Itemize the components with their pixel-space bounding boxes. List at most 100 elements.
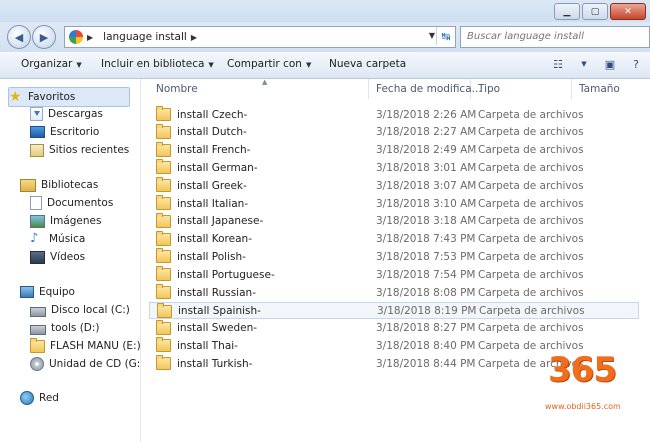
preview-pane-icon[interactable]: ▣ xyxy=(602,56,618,72)
file-row[interactable]: install Czech- 3/18/2018 2:26 AM Carpeta d… xyxy=(149,106,639,123)
sidebar-item-cd-drive-g[interactable]: Unidad de CD (G:) xyxy=(30,355,144,373)
file-row[interactable]: install Greek- 3/18/2018 3:07 AM Carpeta d… xyxy=(149,177,639,194)
file-name: install French- xyxy=(177,144,251,157)
column-header-name[interactable]: Nombre ▲ xyxy=(149,78,369,99)
sidebar-group-label: Bibliotecas xyxy=(41,179,99,191)
file-name: install German- xyxy=(177,161,258,174)
file-date: 3/18/2018 7:43 PM xyxy=(376,233,476,246)
file-name-cell: install Italian- xyxy=(156,195,248,212)
file-name: install Italian- xyxy=(177,197,249,210)
file-type: Carpeta de archivos xyxy=(478,215,584,228)
file-name-cell: install French- xyxy=(156,141,251,159)
sidebar-item-label: Escritorio xyxy=(50,126,100,138)
network-icon xyxy=(20,391,34,405)
sidebar-libraries[interactable]: Bibliotecas xyxy=(20,176,98,194)
close-button[interactable]: ✕ xyxy=(610,3,646,20)
watermark-logo: 365 www.obdii365.com xyxy=(545,350,640,420)
breadcrumb-separator-icon[interactable]: ▶ xyxy=(191,33,197,42)
chevron-down-icon[interactable]: ▼ xyxy=(576,56,592,72)
folder-icon xyxy=(156,123,171,139)
file-row[interactable]: install Dutch- 3/18/2018 2:27 AM Carpeta d… xyxy=(149,123,639,141)
file-name-cell: install Dutch- xyxy=(156,123,247,141)
file-date: 3/18/2018 8:08 PM xyxy=(376,286,476,299)
sidebar-item-desktop[interactable]: Escritorio xyxy=(30,123,99,141)
sidebar-item-music[interactable]: ♪ Música xyxy=(30,230,85,248)
column-header-date[interactable]: Fecha de modifica... xyxy=(369,79,482,99)
include-library-label: Incluir en biblioteca xyxy=(101,58,205,70)
sidebar-item-tools-d[interactable]: tools (D:) xyxy=(30,319,100,337)
breadcrumb-item[interactable]: language install xyxy=(103,31,187,43)
file-name-cell: install Czech- xyxy=(156,106,247,123)
file-row[interactable]: install Korean- 3/18/2018 7:43 PM Carpeta … xyxy=(149,230,639,248)
file-row[interactable]: install Italian- 3/18/2018 3:10 AM Carpeta… xyxy=(149,195,639,212)
chevron-down-icon: ▼ xyxy=(76,61,82,69)
file-name-cell: install Korean- xyxy=(156,230,252,248)
navigation-pane: ★ Favoritos Descargas Escritorio Sitios … xyxy=(0,79,144,442)
sidebar-item-flash-manu-e[interactable]: FLASH MANU (E:) xyxy=(30,337,141,355)
sidebar-item-local-disk-c[interactable]: Disco local (C:) xyxy=(30,301,130,319)
new-folder-button[interactable]: Nueva carpeta xyxy=(329,58,406,70)
sidebar-item-pictures[interactable]: Imágenes xyxy=(30,212,101,230)
sidebar-item-videos[interactable]: Vídeos xyxy=(30,248,85,266)
address-bar[interactable]: ▶ language install ▶ ▼ ↹ xyxy=(64,26,456,48)
file-type: Carpeta de archivos xyxy=(478,126,584,139)
file-row[interactable]: install Polish- 3/18/2018 7:53 PM Carpeta … xyxy=(149,248,639,265)
minimize-button[interactable]: ▁ xyxy=(554,3,580,20)
search-box[interactable] xyxy=(460,26,650,48)
share-with-button[interactable]: Compartir con ▼ xyxy=(227,58,311,70)
file-date: 3/18/2018 2:49 AM xyxy=(376,144,477,157)
column-header-label: Fecha de modifica... xyxy=(376,83,482,95)
downloads-icon xyxy=(30,107,43,121)
title-bar: ▁ ▢ ✕ xyxy=(0,0,650,22)
forward-button[interactable]: ▶ xyxy=(32,25,56,49)
file-type: Carpeta de archivos xyxy=(478,286,584,299)
include-library-button[interactable]: Incluir en biblioteca ▼ xyxy=(101,58,214,70)
back-button[interactable]: ◀ xyxy=(7,25,31,49)
breadcrumb-separator-icon[interactable]: ▶ xyxy=(87,33,93,42)
sidebar-item-documents[interactable]: Documentos xyxy=(30,194,113,212)
file-name-cell: install Portuguese- xyxy=(156,266,275,283)
file-row[interactable]: install Japanese- 3/18/2018 3:18 AM Carpet… xyxy=(149,212,639,230)
file-type: Carpeta de archivos xyxy=(478,268,584,281)
file-name-cell: install Russian- xyxy=(156,284,256,301)
file-row[interactable]: install German- 3/18/2018 3:01 AM Carpeta … xyxy=(149,159,639,176)
file-type: Carpeta de archivos xyxy=(478,250,584,263)
column-header-type[interactable]: Tipo xyxy=(471,79,572,99)
file-date: 3/18/2018 7:53 PM xyxy=(376,250,476,263)
file-date: 3/18/2018 8:27 PM xyxy=(376,322,476,335)
file-date: 3/18/2018 3:18 AM xyxy=(376,215,477,228)
file-name-cell: install German- xyxy=(156,159,258,176)
music-icon: ♪ xyxy=(30,231,39,246)
file-type: Carpeta de archivos xyxy=(479,305,585,318)
sidebar-favorites[interactable]: ★ Favoritos xyxy=(8,87,130,107)
refresh-icon[interactable]: ↹ xyxy=(436,27,455,45)
file-name: install Russian- xyxy=(177,286,256,299)
maximize-button[interactable]: ▢ xyxy=(582,3,608,20)
organize-button[interactable]: Organizar ▼ xyxy=(21,58,82,70)
column-header-size[interactable]: Tamaño xyxy=(572,79,650,99)
file-name: install Greek- xyxy=(177,179,247,192)
file-row[interactable]: install French- 3/18/2018 2:49 AM Carpeta … xyxy=(149,141,639,159)
file-row[interactable]: install Spainish- 3/18/2018 8:19 PM Carpet… xyxy=(149,301,639,319)
view-options-icon[interactable]: ☷ xyxy=(550,56,566,72)
search-input[interactable] xyxy=(461,27,643,45)
sidebar-item-label: Unidad de CD (G:) xyxy=(49,358,145,370)
file-date: 3/18/2018 8:40 PM xyxy=(376,339,476,352)
file-date: 3/18/2018 8:19 PM xyxy=(377,305,477,318)
sidebar-computer[interactable]: Equipo xyxy=(20,283,75,301)
file-name-cell: install Japanese- xyxy=(156,212,263,230)
toolbar-right: ☷ ▼ ▣ ? xyxy=(550,56,644,72)
file-type: Carpeta de archivos xyxy=(478,108,584,121)
file-row[interactable]: install Portuguese- 3/18/2018 7:54 PM Carp… xyxy=(149,266,639,283)
help-icon[interactable]: ? xyxy=(628,56,644,72)
folder-icon xyxy=(156,337,171,353)
local-disk-icon xyxy=(30,307,46,317)
address-dropdown-icon[interactable]: ▼ xyxy=(429,31,435,40)
sidebar-item-label: Disco local (C:) xyxy=(51,304,130,316)
sidebar-item-recent-places[interactable]: Sitios recientes xyxy=(30,141,129,159)
file-row[interactable]: install Sweden- 3/18/2018 8:27 PM Carpeta … xyxy=(149,319,639,337)
column-header-label: Tamaño xyxy=(579,83,620,95)
sidebar-item-downloads[interactable]: Descargas xyxy=(30,105,103,123)
file-row[interactable]: install Russian- 3/18/2018 8:08 PM Carpeta… xyxy=(149,284,639,301)
sidebar-network[interactable]: Red xyxy=(20,389,59,407)
